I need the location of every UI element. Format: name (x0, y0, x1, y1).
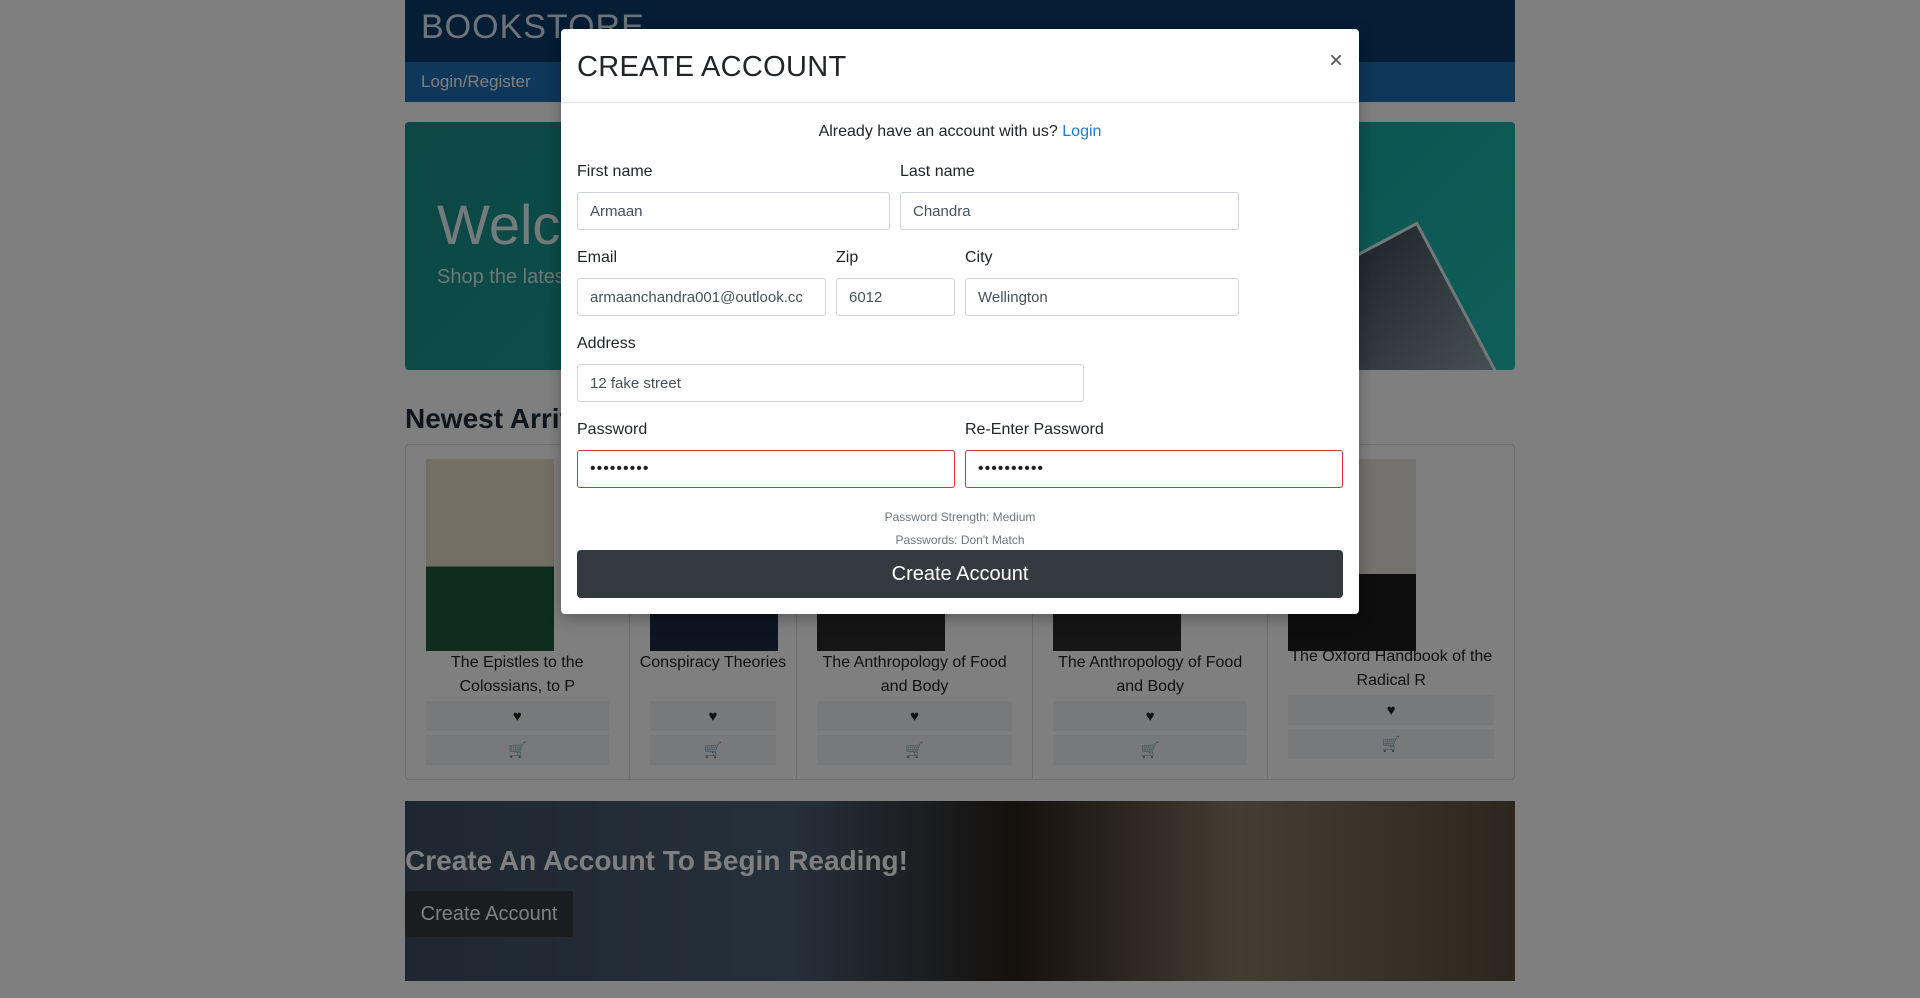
password-field[interactable]: ••••••••• (577, 450, 955, 488)
address-label: Address (577, 335, 636, 352)
re-password-field[interactable]: •••••••••• (965, 450, 1343, 488)
modal-header: CREATE ACCOUNT × (561, 29, 1359, 103)
email-field[interactable]: armaanchandra001@outlook.cc (577, 278, 826, 316)
email-label: Email (577, 249, 618, 266)
address-value: 12 fake street (590, 374, 681, 392)
zip-field[interactable]: 6012 (836, 278, 955, 316)
first-name-value: Armaan (590, 202, 643, 220)
login-link[interactable]: Login (1062, 123, 1101, 140)
first-name-label: First name (577, 163, 653, 180)
login-prompt-text: Already have an account with us? (818, 123, 1058, 140)
re-password-label: Re-Enter Password (965, 421, 1104, 438)
last-name-label: Last name (900, 163, 975, 180)
password-strength-text: Password Strength: Medium (884, 510, 1036, 524)
city-value: Wellington (978, 288, 1048, 306)
modal-title: CREATE ACCOUNT (577, 51, 847, 83)
password-match-text: Passwords: Don't Match (895, 533, 1025, 547)
city-field[interactable]: Wellington (965, 278, 1239, 316)
create-account-button[interactable]: Create Account (577, 550, 1343, 598)
first-name-field[interactable]: Armaan (577, 192, 890, 230)
create-account-modal: CREATE ACCOUNT × Already have an account… (561, 29, 1359, 614)
zip-label: Zip (836, 249, 859, 266)
password-label: Password (577, 421, 648, 438)
zip-value: 6012 (849, 288, 883, 306)
city-label: City (965, 249, 993, 266)
address-field[interactable]: 12 fake street (577, 364, 1084, 402)
close-icon[interactable]: × (1329, 47, 1343, 75)
login-prompt: Already have an account with us? Login (561, 123, 1359, 141)
re-password-value: •••••••••• (978, 460, 1045, 477)
last-name-field[interactable]: Chandra (900, 192, 1239, 230)
last-name-value: Chandra (913, 202, 971, 220)
password-value: ••••••••• (590, 460, 650, 477)
email-value: armaanchandra001@outlook.cc (590, 288, 803, 306)
